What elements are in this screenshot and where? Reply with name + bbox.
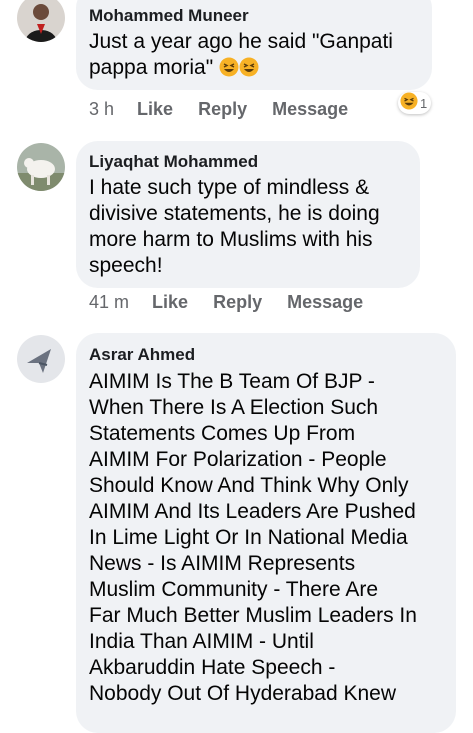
comment-line: Nobody Out Of Hyderabad Knew [89, 682, 397, 705]
comment-author[interactable]: Asrar Ahmed [89, 345, 195, 365]
like-button[interactable]: Like [137, 99, 173, 120]
user-photo-icon [17, 0, 65, 42]
comment-text: I hate such type of mindless & divisive … [89, 175, 380, 279]
comment-author[interactable]: Liyaqhat Mohammed [89, 152, 258, 172]
comment-line: Statements Comes Up From [89, 422, 356, 445]
comment-line: Akbaruddin Hate Speech - [89, 656, 336, 679]
reply-button[interactable]: Reply [198, 99, 247, 120]
comment-line: In Lime Light Or In National Media [89, 526, 408, 549]
comment-line: AIMIM Is The B Team Of BJP - [89, 370, 375, 393]
user-photo-icon [17, 143, 65, 191]
message-button[interactable]: Message [287, 292, 363, 313]
comment-text: AIMIM Is The B Team Of BJP - When There … [89, 369, 417, 707]
reply-button[interactable]: Reply [213, 292, 262, 313]
like-button[interactable]: Like [152, 292, 188, 313]
comment-line: more harm to Muslims with his [89, 228, 373, 251]
message-button[interactable]: Message [272, 99, 348, 120]
reaction-summary[interactable]: 1 [398, 91, 432, 115]
comment-actions: 3 h Like Reply Message [89, 99, 368, 120]
comment-line: Should Know And Think Why Only [89, 474, 409, 497]
comment-line: I hate such type of mindless & [89, 176, 370, 199]
avatar[interactable] [17, 335, 65, 383]
haha-reaction-icon [400, 91, 418, 115]
comment-timestamp[interactable]: 3 h [89, 99, 114, 120]
avatar[interactable] [17, 0, 65, 42]
comment-line: News - Is AIMIM Represents [89, 552, 356, 575]
comment-text: Just a year ago he said "Ganpati pappa m… [89, 29, 393, 84]
comment-line: India Than AIMIM - Until [89, 630, 314, 653]
comment-line: When There Is A Election Such [89, 396, 379, 419]
comment-author[interactable]: Mohammed Muneer [89, 6, 249, 26]
laughing-emoji-icon [239, 57, 259, 84]
comment-line: AIMIM And Its Leaders Are Pushed [89, 500, 416, 523]
reaction-count: 1 [420, 95, 428, 111]
comment-line: Far Much Better Muslim Leaders In [89, 604, 417, 627]
user-photo-icon [17, 335, 65, 383]
comment-line: divisive statements, he is doing [89, 202, 380, 225]
avatar[interactable] [17, 143, 65, 191]
comment-line: AIMIM For Polarization - People [89, 448, 387, 471]
comment-actions: 41 m Like Reply Message [89, 292, 383, 313]
comment-line: Muslim Community - There Are [89, 578, 379, 601]
comment-line: Just a year ago he said "Ganpati [89, 30, 393, 53]
comment-timestamp[interactable]: 41 m [89, 292, 129, 313]
laughing-emoji-icon [219, 57, 239, 84]
comment-line: speech! [89, 254, 163, 277]
comment-line: pappa moria" [89, 55, 393, 84]
